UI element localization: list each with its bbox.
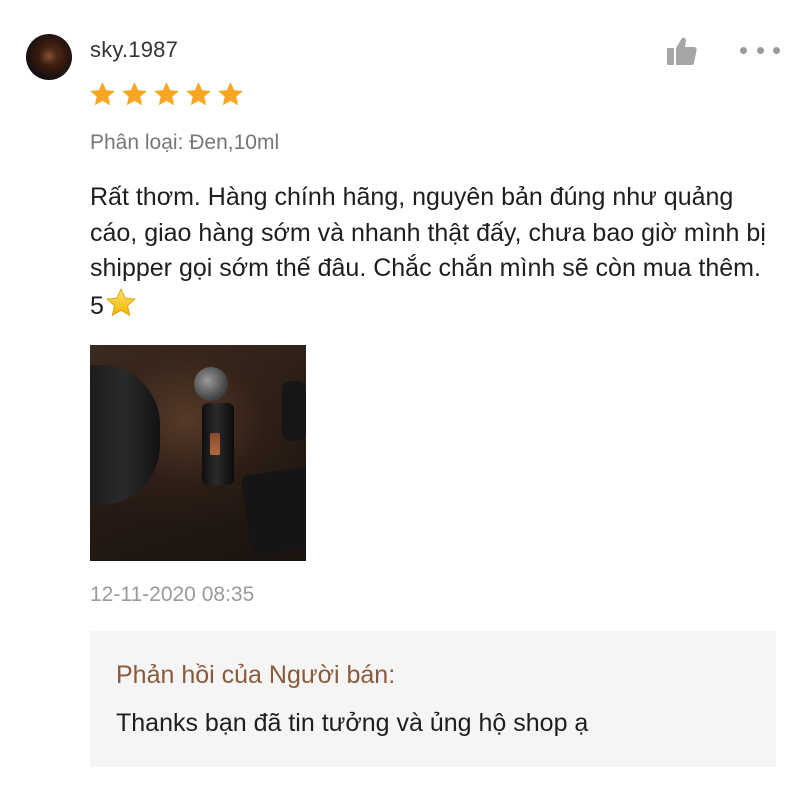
star-icon [154,82,179,106]
star-emoji-icon [105,287,136,316]
review-body: Rất thơm. Hàng chính hãng, nguyên bản đú… [90,180,780,324]
seller-response-title: Phản hồi của Người bán: [116,661,396,689]
review-text: Rất thơm. Hàng chính hãng, nguyên bản đú… [90,183,766,320]
perfume-bottle [202,403,234,485]
seller-response: Phản hồi của Người bán: Thanks bạn đã ti… [90,631,776,767]
review-timestamp: 12-11-2020 08:35 [90,583,255,606]
review-photo[interactable] [90,345,306,561]
star-icon [90,82,115,106]
username[interactable]: sky.1987 [90,37,178,63]
like-button[interactable] [664,35,700,67]
star-icon [186,82,211,106]
star-rating [88,80,245,109]
thumbs-up-icon [667,37,697,65]
more-horizontal-icon [740,46,747,54]
more-options-button[interactable] [740,42,780,58]
seller-response-text: Thanks bạn đã tin tưởng và ủng hộ shop ạ [116,709,589,737]
star-icon [122,82,147,106]
star-icon [218,82,243,106]
product-variation: Phân loại: Đen,10ml [90,131,280,154]
avatar[interactable] [26,34,72,80]
